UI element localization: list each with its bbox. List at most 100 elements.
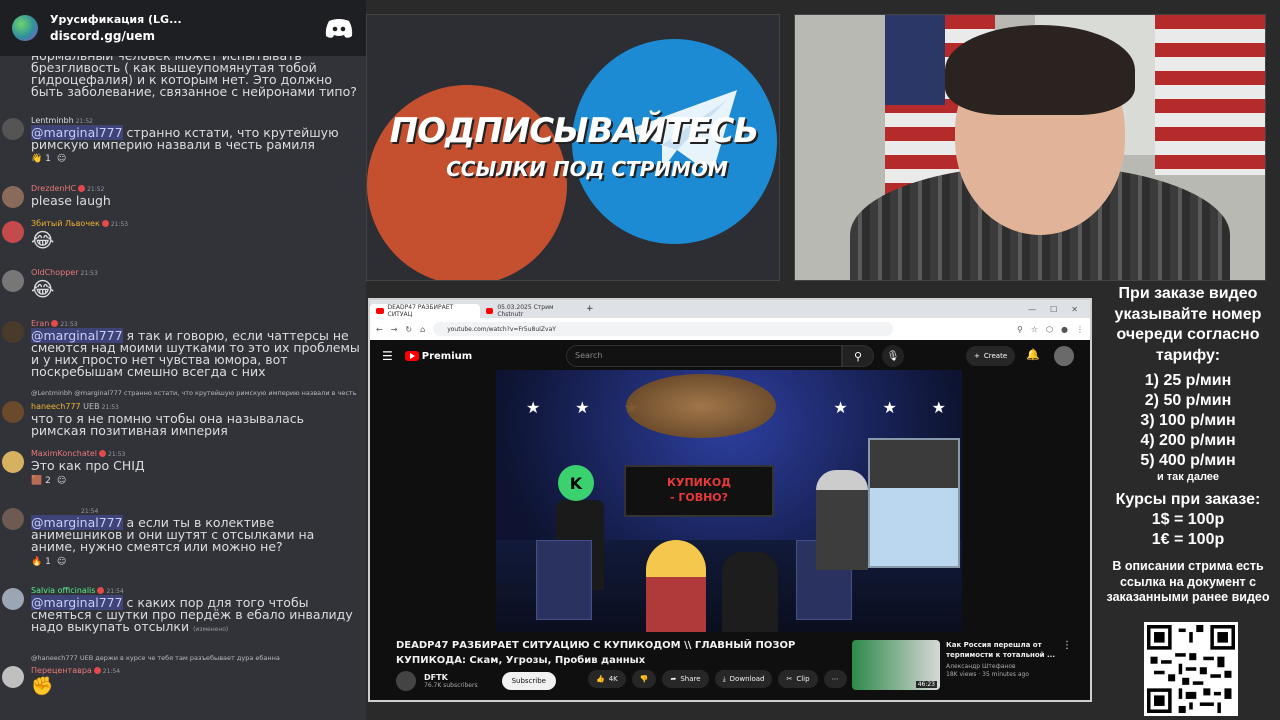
zoom-icon[interactable]: ⚲	[1017, 325, 1023, 334]
reload-icon[interactable]: ↻	[405, 325, 412, 334]
rec-more-icon[interactable]: ⋮	[1062, 640, 1072, 690]
stream-inset	[868, 438, 960, 568]
price-tier: 5) 400 р/мин	[1140, 452, 1236, 469]
reply-preview[interactable]: @Lentminbh @marginal777 странно кстати, …	[31, 389, 357, 397]
minimize-icon[interactable]: —	[1028, 305, 1036, 314]
sub-badge-icon	[99, 450, 107, 457]
qr-code-icon	[1144, 622, 1238, 716]
maximize-icon[interactable]: ☐	[1050, 305, 1057, 314]
share-button[interactable]: ➦ Share	[662, 670, 709, 688]
message-text: please laugh	[31, 193, 111, 208]
username[interactable]: haneech777	[31, 402, 81, 411]
username[interactable]: DrezdenHC	[31, 184, 76, 193]
username[interactable]: Salvia officinalis	[31, 586, 95, 595]
timestamp: 21:52	[75, 118, 93, 125]
promo-banner: ПОДПИСЫВАЙТЕСЬ ССЫЛКИ ПОД СТРИМОМ	[366, 14, 780, 281]
url-field[interactable]: youtube.com/watch?v=Fr5u8uIZvaY	[433, 322, 894, 336]
chat-messages: нормальный человек может испытывать брез…	[0, 56, 366, 720]
video-player[interactable]: ★★★★★★ K КУПИКОД- ГОВНО?	[496, 370, 962, 632]
close-icon[interactable]: ✕	[1071, 305, 1078, 314]
sub-badge-icon	[51, 320, 59, 327]
account-avatar[interactable]	[1054, 346, 1074, 366]
avatar[interactable]	[2, 588, 24, 610]
youtube-logo[interactable]: Premium	[404, 351, 472, 362]
username[interactable]: Збитый Львочек	[31, 219, 100, 228]
forward-icon[interactable]: →	[391, 325, 398, 334]
promo-subtitle: ССЫЛКИ ПОД СТРИМОМ	[446, 157, 728, 181]
webcam-feed	[794, 14, 1266, 281]
subscriber-count: 76.7K subscribers	[424, 682, 478, 689]
avatar[interactable]	[2, 321, 24, 343]
price-etc: и так далее	[1156, 471, 1220, 483]
timestamp: 21:54	[102, 668, 121, 675]
message-emoji: ✊	[31, 676, 54, 697]
rec-thumbnail[interactable]: 46:23	[852, 640, 940, 690]
extensions-icon[interactable]: ⬡	[1046, 325, 1053, 334]
username[interactable]: Eran	[31, 319, 49, 328]
price-tier: 4) 200 р/мин	[1140, 432, 1236, 449]
search-input[interactable]: Search	[566, 345, 842, 367]
channel-avatar[interactable]	[396, 671, 416, 691]
add-reaction-icon[interactable]: ☺	[57, 154, 66, 164]
add-reaction-icon[interactable]: ☺	[57, 476, 66, 486]
reaction[interactable]: 👋 1	[31, 154, 51, 164]
search-icon[interactable]: ⚲	[842, 345, 874, 367]
discord-logo-icon	[325, 19, 353, 38]
tab-stream[interactable]: 05.03.2025 Стрим Chstnutr	[480, 304, 580, 318]
sub-badge-icon	[101, 220, 109, 227]
username[interactable]: Lentminbh	[31, 116, 74, 125]
order-heading: При заказе видео указывайте номер очеред…	[1114, 285, 1262, 364]
thumbs-down-icon: 👎	[639, 675, 649, 683]
avatar[interactable]	[2, 508, 24, 530]
reaction[interactable]: 🔥 1	[31, 557, 51, 567]
like-button[interactable]: 👍 4K	[588, 670, 626, 688]
timestamp: 21:53	[80, 270, 98, 277]
reply-preview[interactable]: @haneech777 UEB держи в курсе че тебя та…	[31, 654, 280, 662]
tab-youtube-video[interactable]: DEADP47 РАЗБИРАЕТ СИТУАЦ	[370, 304, 480, 318]
tab-label: 05.03.2025 Стрим Chstnutr	[497, 304, 554, 318]
back-icon[interactable]: ←	[376, 325, 383, 334]
podium	[536, 540, 592, 620]
username[interactable]: MaximKonchatel	[31, 449, 97, 458]
username[interactable]: OldChopper	[31, 268, 79, 277]
download-button[interactable]: ⤓ Download	[714, 670, 773, 688]
avatar[interactable]	[2, 270, 24, 292]
notifications-bell-icon[interactable]: 🔔	[1026, 348, 1040, 361]
avatar[interactable]	[2, 451, 24, 473]
avatar[interactable]	[2, 186, 24, 208]
rate-eur: 1€ = 100р	[1151, 531, 1225, 548]
avatar[interactable]	[2, 401, 24, 423]
more-actions-button[interactable]: ⋯	[823, 670, 847, 688]
address-bar: ← → ↻ ⌂ youtube.com/watch?v=Fr5u8uIZvaY …	[370, 318, 1090, 340]
clip-button[interactable]: ✂ Clip	[778, 670, 818, 688]
avatar[interactable]	[2, 118, 24, 140]
username[interactable]: Перецентавра	[31, 666, 92, 675]
plus-icon: +	[974, 352, 980, 360]
reaction[interactable]: 🟫 2	[31, 476, 51, 486]
video-actions: 👍 4K 👎 ➦ Share ⤓ Download ✂ Clip ⋯	[588, 670, 847, 688]
profile-icon[interactable]: ●	[1061, 325, 1068, 334]
channel-name[interactable]: DFTK	[424, 673, 478, 682]
avatar[interactable]	[2, 666, 24, 688]
menu-icon[interactable]: ⋮	[1076, 325, 1084, 334]
rec-title[interactable]: Как Россия перешла от терпимости к тотал…	[946, 640, 1056, 660]
recommended-video[interactable]: 46:23 Как Россия перешла от терпимости к…	[852, 640, 1088, 690]
sub-badge-icon	[78, 185, 86, 192]
create-button[interactable]: + Create	[966, 346, 1016, 366]
description-note: В описании стрима есть ссылка на докумен…	[1106, 559, 1270, 604]
share-icon: ➦	[670, 675, 677, 683]
server-link[interactable]: discord.gg/uem	[50, 29, 324, 43]
youtube-favicon-icon	[486, 308, 494, 314]
sub-badge-icon	[93, 667, 101, 674]
bookmark-icon[interactable]: ☆	[1031, 325, 1038, 334]
hamburger-menu-icon[interactable]: ☰	[382, 349, 393, 363]
microphone-icon[interactable]: 🎙	[882, 345, 904, 367]
avatar[interactable]	[2, 221, 24, 243]
subscribe-button[interactable]: Subscribe	[501, 672, 556, 690]
add-reaction-icon[interactable]: ☺	[57, 557, 66, 567]
dislike-button[interactable]: 👎	[631, 670, 657, 688]
eagle-emblem	[626, 374, 776, 438]
new-tab-icon[interactable]: +	[586, 304, 594, 314]
home-icon[interactable]: ⌂	[420, 325, 425, 334]
courses-title: Курсы при заказе:	[1115, 491, 1261, 508]
